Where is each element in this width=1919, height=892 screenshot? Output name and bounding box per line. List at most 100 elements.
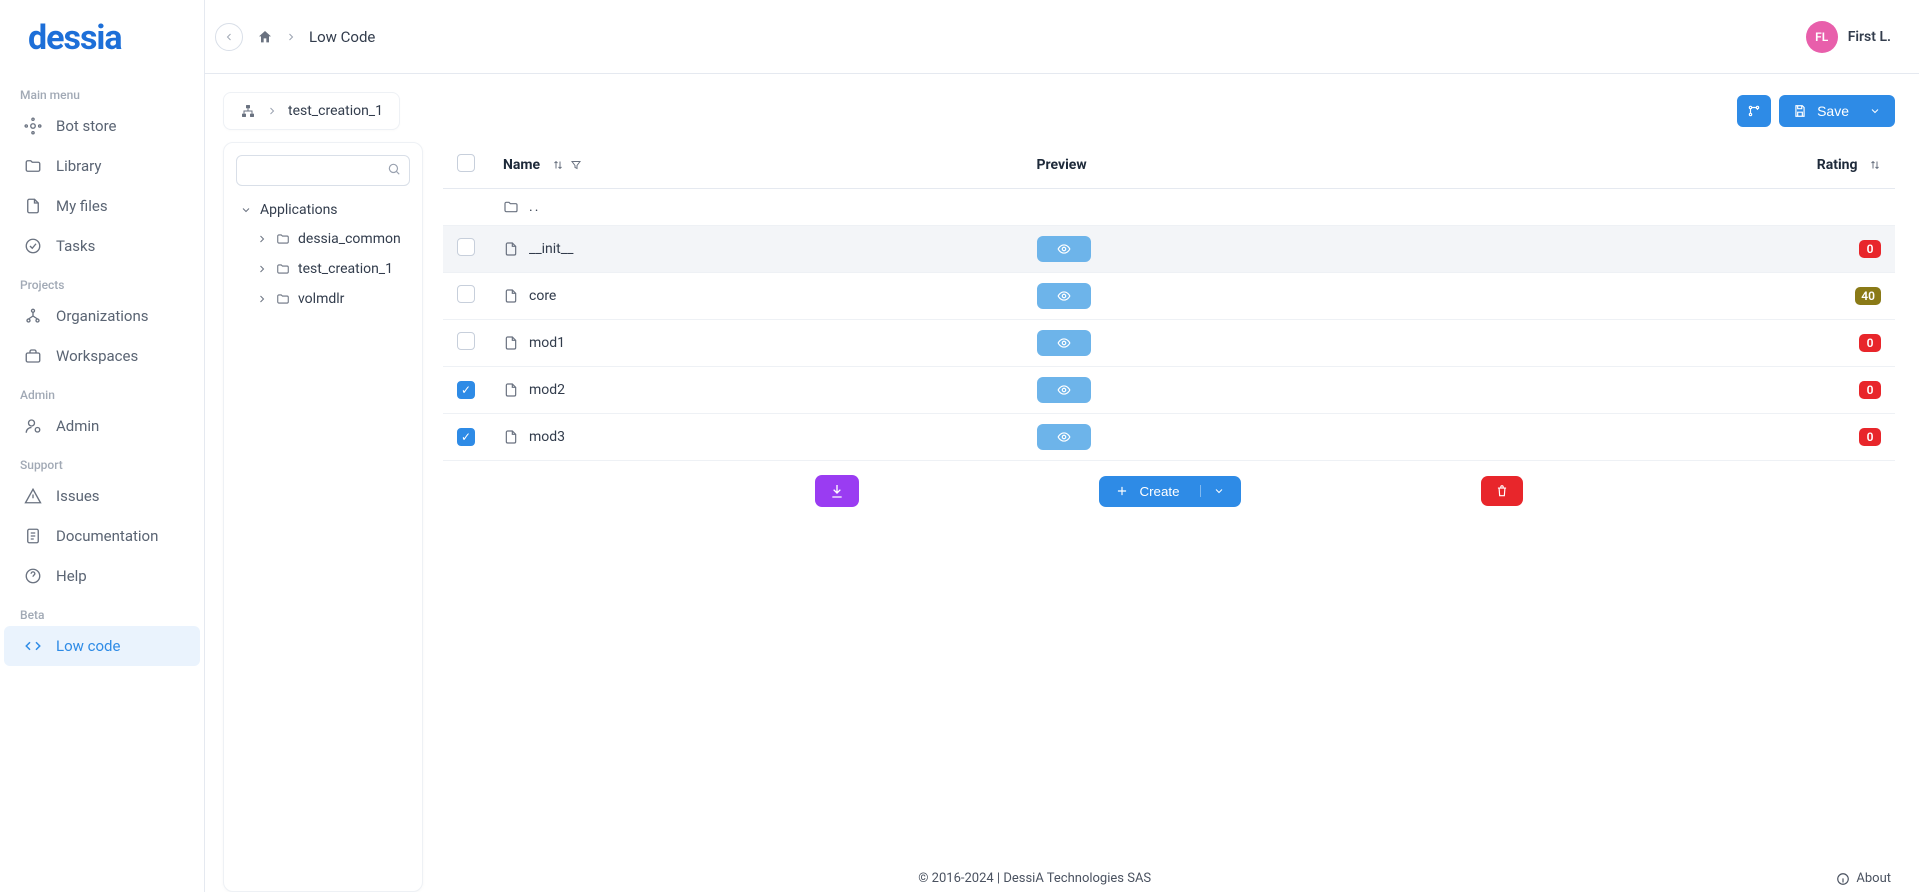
- tree-root[interactable]: Applications: [236, 196, 410, 224]
- rating-badge: 40: [1855, 287, 1881, 305]
- file-name: mod2: [529, 382, 565, 398]
- tree-node[interactable]: dessia_common: [252, 224, 410, 254]
- tree-panel: Applications dessia_common test_creation…: [223, 142, 423, 892]
- sidebar-item-help[interactable]: Help: [0, 556, 204, 596]
- search-input[interactable]: [236, 155, 410, 186]
- file-name: core: [529, 288, 556, 304]
- chevron-right-icon: [256, 263, 268, 275]
- table-row[interactable]: mod2 0: [443, 367, 1895, 414]
- sidebar-item-workspaces[interactable]: Workspaces: [0, 336, 204, 376]
- rating-badge: 0: [1859, 381, 1881, 399]
- row-checkbox[interactable]: [457, 285, 475, 303]
- menu-section-support: Support: [0, 446, 204, 476]
- sidebar-item-my-files[interactable]: My files: [0, 186, 204, 226]
- preview-button[interactable]: [1037, 377, 1091, 403]
- back-button[interactable]: [215, 23, 243, 51]
- preview-button[interactable]: [1037, 424, 1091, 450]
- sidebar-item-tasks[interactable]: Tasks: [0, 226, 204, 266]
- sidebar-item-library[interactable]: Library: [0, 146, 204, 186]
- file-icon: [503, 241, 519, 257]
- file-name: __init__: [529, 241, 573, 257]
- save-label: Save: [1817, 103, 1849, 119]
- about-label: About: [1856, 871, 1891, 886]
- preview-button[interactable]: [1037, 236, 1091, 262]
- filter-icon[interactable]: [570, 159, 582, 171]
- save-icon: [1793, 104, 1807, 118]
- sidebar-label: Organizations: [56, 307, 149, 325]
- row-checkbox[interactable]: [457, 332, 475, 350]
- col-name[interactable]: Name: [503, 157, 540, 173]
- sidebar-label: Admin: [56, 417, 99, 435]
- sidebar-item-low-code[interactable]: Low code: [4, 626, 200, 666]
- table-row[interactable]: mod3 0: [443, 414, 1895, 461]
- chevron-right-icon: [256, 233, 268, 245]
- tree-node-label: dessia_common: [298, 231, 401, 247]
- logo: dessia: [0, 10, 204, 76]
- chevron-down-icon: [1869, 105, 1881, 117]
- row-checkbox[interactable]: [457, 428, 475, 446]
- delete-button[interactable]: [1481, 476, 1523, 506]
- main: Low Code FL First L. test_creation_1: [205, 0, 1919, 892]
- path-current: test_creation_1: [288, 103, 383, 119]
- chevron-down-icon: [1200, 485, 1225, 497]
- table-row[interactable]: core 40: [443, 273, 1895, 320]
- row-checkbox[interactable]: [457, 238, 475, 256]
- download-button[interactable]: [815, 475, 859, 507]
- sidebar-item-admin[interactable]: Admin: [0, 406, 204, 446]
- parent-row[interactable]: ..: [443, 189, 1895, 226]
- sidebar-item-organizations[interactable]: Organizations: [0, 296, 204, 336]
- chevron-right-icon: [266, 105, 278, 117]
- preview-button[interactable]: [1037, 283, 1091, 309]
- tree-search: [236, 155, 410, 186]
- branch-button[interactable]: [1737, 95, 1771, 127]
- table-row[interactable]: __init__ 0: [443, 226, 1895, 273]
- file-icon: [503, 335, 519, 351]
- breadcrumb: Low Code: [257, 28, 375, 46]
- table-row[interactable]: mod1 0: [443, 320, 1895, 367]
- sidebar-label: Bot store: [56, 117, 116, 135]
- about-link[interactable]: About: [1836, 871, 1891, 886]
- create-button[interactable]: Create: [1099, 476, 1240, 507]
- sidebar-item-bot-store[interactable]: Bot store: [0, 106, 204, 146]
- home-icon[interactable]: [257, 29, 273, 45]
- content: test_creation_1 Save: [205, 74, 1919, 892]
- rating-badge: 0: [1859, 428, 1881, 446]
- tree-node[interactable]: test_creation_1: [252, 254, 410, 284]
- col-rating[interactable]: Rating: [1817, 157, 1858, 173]
- tree-node[interactable]: volmdlr: [252, 284, 410, 314]
- plus-icon: [1115, 484, 1129, 498]
- sidebar-label: Help: [56, 567, 87, 585]
- sidebar-label: My files: [56, 197, 108, 215]
- sort-icon[interactable]: [1869, 159, 1881, 171]
- folder-icon: [503, 199, 519, 215]
- preview-button[interactable]: [1037, 330, 1091, 356]
- sidebar-item-issues[interactable]: Issues: [0, 476, 204, 516]
- sort-icon[interactable]: [552, 159, 564, 171]
- tree-root-label: Applications: [260, 202, 338, 218]
- help-icon: [24, 567, 42, 585]
- table-panel: Name Preview Rating: [443, 142, 1895, 892]
- briefcase-icon: [24, 347, 42, 365]
- warning-icon: [24, 487, 42, 505]
- check-circle-icon: [24, 237, 42, 255]
- rating-badge: 0: [1859, 240, 1881, 258]
- path-pill: test_creation_1: [223, 92, 400, 130]
- search-icon: [387, 162, 401, 176]
- sitemap-icon[interactable]: [240, 103, 256, 119]
- select-all-checkbox[interactable]: [457, 154, 475, 172]
- avatar[interactable]: FL: [1806, 21, 1838, 53]
- save-button[interactable]: Save: [1779, 95, 1895, 127]
- file-icon: [503, 382, 519, 398]
- user-gear-icon: [24, 417, 42, 435]
- row-checkbox[interactable]: [457, 381, 475, 399]
- user-name[interactable]: First L.: [1848, 29, 1891, 45]
- file-name: mod1: [529, 335, 565, 351]
- create-label: Create: [1139, 484, 1179, 499]
- folder-icon: [24, 157, 42, 175]
- breadcrumb-current: Low Code: [309, 28, 375, 46]
- sidebar-item-documentation[interactable]: Documentation: [0, 516, 204, 556]
- org-icon: [24, 307, 42, 325]
- menu-section-beta: Beta: [0, 596, 204, 626]
- doc-icon: [24, 527, 42, 545]
- copyright: © 2016-2024 | DessiA Technologies SAS: [233, 871, 1836, 886]
